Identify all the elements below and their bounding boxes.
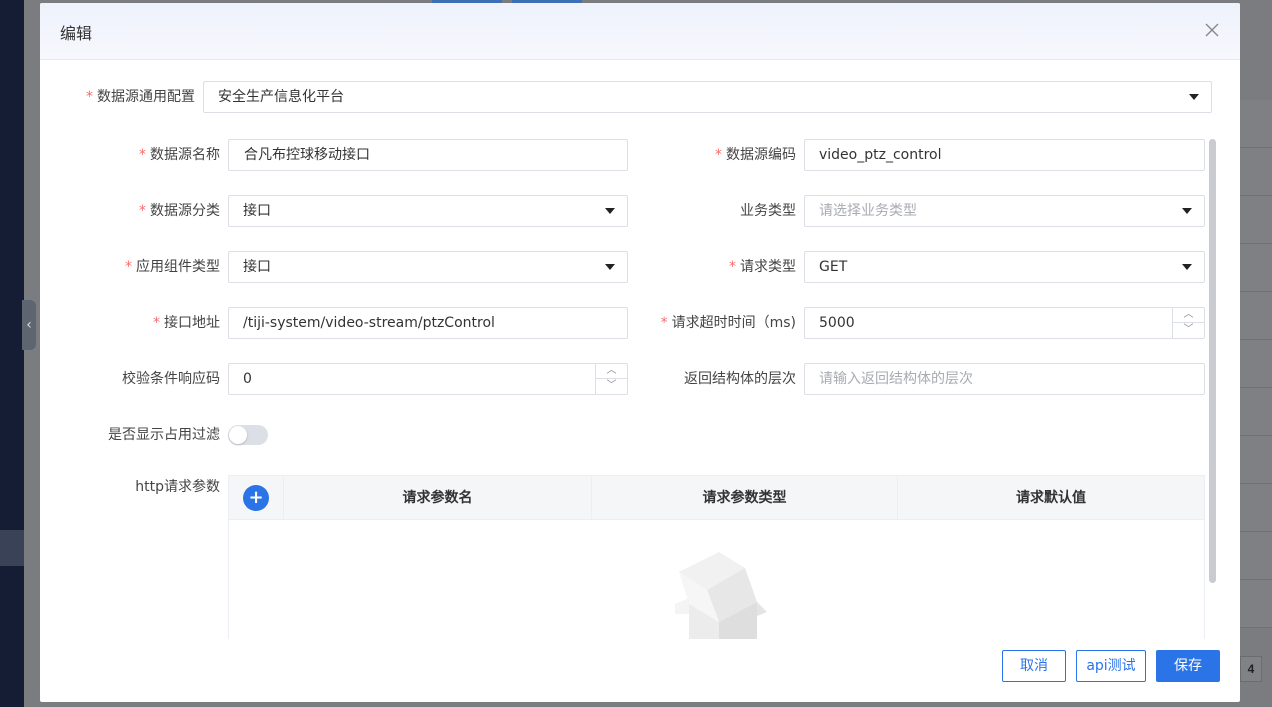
code-label: * 数据源编码 — [715, 147, 796, 163]
cancel-button[interactable]: 取消 — [1002, 650, 1066, 682]
api-test-button[interactable]: api测试 — [1076, 650, 1146, 682]
business-type-select[interactable]: 请选择业务类型 — [804, 195, 1205, 227]
close-icon[interactable] — [1202, 20, 1222, 40]
component-type-select[interactable]: 接口 — [228, 251, 628, 283]
chevron-down-icon[interactable]: ﹀ — [596, 379, 627, 394]
chevron-down-icon[interactable]: ﹀ — [1173, 323, 1204, 338]
background-sidebar-active-item — [0, 530, 24, 566]
caret-down-icon — [1182, 264, 1192, 270]
name-input[interactable]: 合凡布控球移动接口 — [228, 139, 628, 171]
timeout-stepper[interactable]: ︿ ﹀ — [1172, 308, 1204, 338]
toggle-knob — [229, 426, 247, 444]
timeout-number-input[interactable]: 5000 ︿ ﹀ — [804, 307, 1205, 339]
structure-level-label: 返回结构体的层次 — [684, 371, 796, 387]
add-column-cell: + — [229, 476, 284, 520]
show-filter-label: 是否显示占用过滤 — [108, 427, 220, 443]
plus-icon[interactable]: + — [243, 485, 269, 511]
column-header: 请求默认值 — [1016, 490, 1086, 506]
caret-down-icon — [1189, 94, 1199, 100]
background-sidebar — [0, 0, 24, 707]
column-header: 请求参数类型 — [592, 476, 898, 520]
structure-level-input[interactable]: 请输入返回结构体的层次 — [804, 363, 1205, 395]
request-type-label: * 请求类型 — [729, 259, 796, 275]
http-params-label: http请求参数 — [135, 479, 220, 495]
dialog-header: 编辑 — [40, 3, 1240, 60]
table-header: + 请求参数名 请求参数类型 请求默认值 — [229, 476, 1204, 520]
response-code-label: 校验条件响应码 — [122, 371, 220, 387]
timeout-label: * 请求超时时间（ms) — [660, 315, 796, 331]
form-scrollbar[interactable] — [1209, 139, 1216, 583]
category-label: * 数据源分类 — [139, 203, 220, 219]
api-address-label: * 接口地址 — [153, 315, 220, 331]
dialog-title: 编辑 — [60, 24, 93, 43]
business-type-label: 业务类型 — [740, 203, 796, 219]
response-code-stepper[interactable]: ︿ ﹀ — [595, 364, 627, 394]
name-label: * 数据源名称 — [139, 147, 220, 163]
background-table-rows — [1240, 100, 1272, 630]
api-address-input[interactable]: /tiji-system/video-stream/ptzControl — [228, 307, 628, 339]
response-code-number-input[interactable]: 0 ︿ ﹀ — [228, 363, 628, 395]
code-input[interactable]: video_ptz_control — [804, 139, 1205, 171]
category-select[interactable]: 接口 — [228, 195, 628, 227]
chevron-up-icon[interactable]: ︿ — [596, 364, 627, 379]
background-page-number: 4 — [1240, 656, 1262, 682]
sidebar-collapse-icon[interactable]: ‹ — [22, 300, 36, 350]
form-scroll-area[interactable]: * 数据源名称 合凡布控球移动接口 * 数据源编码 video_ptz_contro… — [40, 133, 1240, 639]
caret-down-icon — [1182, 208, 1192, 214]
empty-box-icon — [667, 542, 767, 639]
http-params-table: + 请求参数名 请求参数类型 请求默认值 — [228, 475, 1205, 639]
general-config-select[interactable]: 安全生产信息化平台 — [203, 81, 1212, 113]
column-header: 请求参数名 — [284, 476, 592, 520]
general-config-label: * 数据源通用配置 — [86, 89, 195, 105]
edit-dialog: 编辑 * 数据源通用配置 安全生产信息化平台 * 数据源名称 合凡布控球移动接口 *… — [40, 3, 1240, 702]
request-type-select[interactable]: GET — [804, 251, 1205, 283]
save-button[interactable]: 保存 — [1156, 650, 1220, 682]
caret-down-icon — [605, 264, 615, 270]
caret-down-icon — [605, 208, 615, 214]
component-type-label: * 应用组件类型 — [125, 259, 220, 275]
show-filter-toggle[interactable] — [228, 425, 268, 445]
chevron-up-icon[interactable]: ︿ — [1173, 308, 1204, 323]
